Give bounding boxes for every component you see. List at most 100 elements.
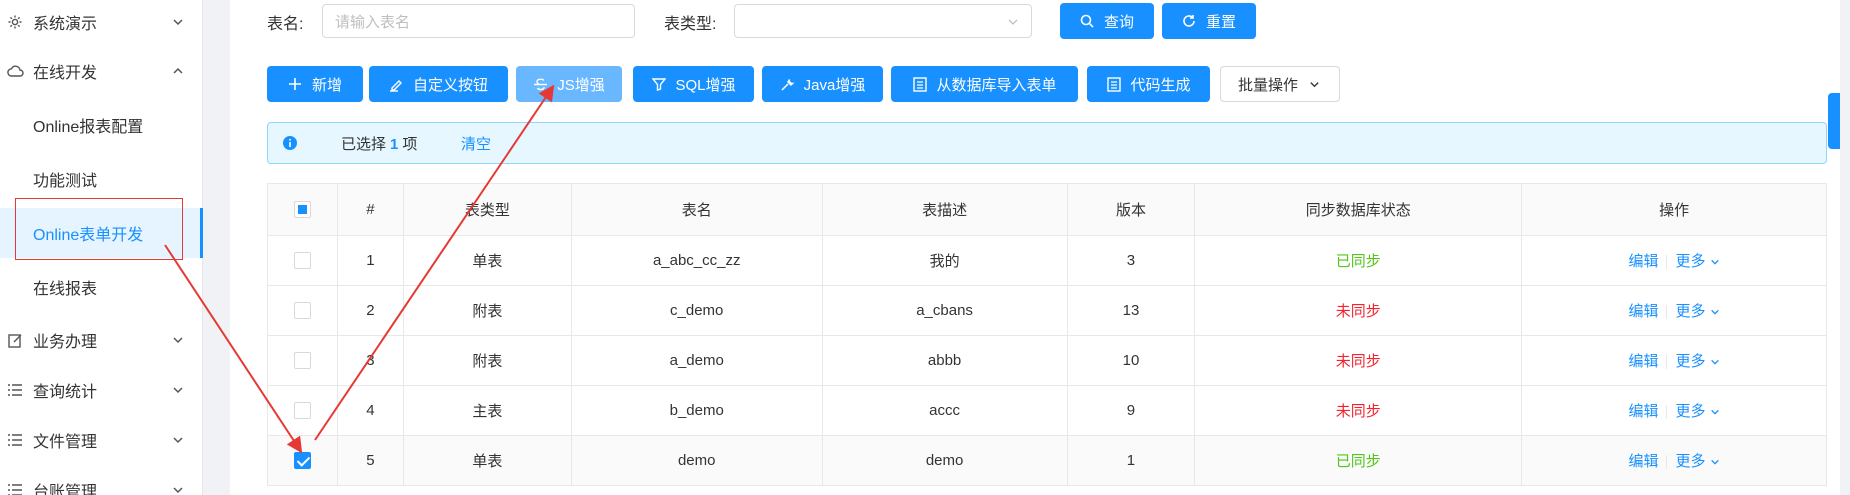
forms-table: # 表类型 表名 表描述 版本 同步数据库状态 操作 1 单表 a_abc_cc_z… <box>267 183 1827 486</box>
row-sync-status: 已同步 <box>1194 235 1523 286</box>
chevron-down-icon <box>173 487 183 494</box>
sidebar-item-file-management[interactable]: 文件管理 <box>0 418 203 462</box>
query-button[interactable]: 查询 <box>1060 3 1154 39</box>
custom-button-label: 自定义按钮 <box>412 76 488 94</box>
table-row[interactable]: 5 单表 demo demo 1 已同步 编辑 更多 <box>267 435 1827 486</box>
row-table-name: a_abc_cc_zz <box>570 235 823 286</box>
import-from-db-button[interactable]: 从数据库导入表单 <box>891 66 1078 102</box>
list-icon <box>6 431 24 449</box>
more-dropdown[interactable]: 更多 <box>1675 353 1719 370</box>
edit-link[interactable]: 编辑 <box>1628 253 1658 270</box>
column-header: 表描述 <box>821 183 1068 236</box>
row-checkbox[interactable] <box>293 352 311 370</box>
table-row[interactable]: 3 附表 a_demo abbb 10 未同步 编辑 更多 <box>267 335 1827 386</box>
row-table-type: 附表 <box>402 335 572 386</box>
table-type-select[interactable] <box>734 4 1032 38</box>
more-label: 更多 <box>1675 403 1706 420</box>
java-enhance-button[interactable]: Java增强 <box>762 66 883 102</box>
row-table-name: b_demo <box>570 385 823 436</box>
chevron-down-icon <box>1710 309 1719 315</box>
table-name-input[interactable]: 请输入表名 <box>322 4 635 38</box>
custom-button-button[interactable]: 自定义按钮 <box>369 66 508 102</box>
column-header: 同步数据库状态 <box>1194 183 1523 236</box>
row-checkbox[interactable] <box>293 402 311 420</box>
sidebar-subitem-function-test[interactable]: 功能测试 <box>0 154 203 204</box>
sidebar-item-business[interactable]: 业务办理 <box>0 318 203 362</box>
more-dropdown[interactable]: 更多 <box>1675 303 1719 320</box>
edit-link[interactable]: 编辑 <box>1628 403 1658 420</box>
chevron-down-icon <box>1307 77 1322 92</box>
sql-enhance-button[interactable]: SQL增强 <box>633 66 754 102</box>
chevron-down-icon <box>1710 459 1719 465</box>
form-icon <box>912 76 927 92</box>
plus-icon <box>288 77 303 92</box>
table-row[interactable]: 4 主表 b_demo accc 9 未同步 编辑 更多 <box>267 385 1827 436</box>
chevron-down-icon <box>1710 359 1719 365</box>
divider <box>1666 355 1668 370</box>
row-index: 1 <box>336 235 404 286</box>
divider <box>1666 305 1668 320</box>
sidebar-subitem-online-report[interactable]: 在线报表 <box>0 262 203 312</box>
side-drawer-handle[interactable] <box>1828 93 1840 149</box>
column-header: 表类型 <box>402 183 572 236</box>
reload-icon <box>1182 14 1197 29</box>
row-sync-status: 未同步 <box>1194 335 1523 386</box>
divider <box>1666 405 1668 420</box>
sidebar-subitem-label: 功能测试 <box>33 173 98 190</box>
row-table-type: 附表 <box>402 285 572 336</box>
reset-button[interactable]: 重置 <box>1162 3 1256 39</box>
query-button-label: 查询 <box>1103 13 1134 31</box>
row-checkbox[interactable] <box>293 302 311 320</box>
sidebar-item-online-dev[interactable]: 在线开发 <box>0 49 203 93</box>
edit-link[interactable]: 编辑 <box>1628 453 1658 470</box>
row-sync-status: 未同步 <box>1194 285 1523 336</box>
row-actions: 编辑 更多 <box>1521 385 1827 436</box>
more-dropdown[interactable]: 更多 <box>1675 253 1719 270</box>
app-root: 系统演示 在线开发 Online报表配置 功能测试 Online表单开发 在线报… <box>0 0 1850 495</box>
table-type-label: 表类型: <box>664 16 717 33</box>
row-version: 13 <box>1066 285 1196 336</box>
edit-link[interactable]: 编辑 <box>1628 353 1658 370</box>
code-gen-button[interactable]: 代码生成 <box>1087 66 1210 102</box>
chevron-down-icon <box>173 387 183 394</box>
add-button[interactable]: 新增 <box>267 66 363 102</box>
edit-link[interactable]: 编辑 <box>1628 303 1658 320</box>
more-dropdown[interactable]: 更多 <box>1675 453 1719 470</box>
sidebar-item-label: 文件管理 <box>33 434 98 451</box>
table-row[interactable]: 1 单表 a_abc_cc_zz 我的 3 已同步 编辑 更多 <box>267 235 1827 286</box>
import-from-db-label: 从数据库导入表单 <box>936 76 1057 94</box>
js-enhance-button[interactable]: JS增强 <box>516 66 622 102</box>
divider <box>1666 455 1668 470</box>
chevron-up-icon <box>173 67 183 74</box>
row-sync-status: 未同步 <box>1194 385 1523 436</box>
select-all-cell <box>267 183 338 236</box>
row-checkbox[interactable] <box>293 252 311 270</box>
selection-alert: 已选择 1 项 清空 <box>267 122 1827 164</box>
sidebar-subitem-online-report-config[interactable]: Online报表配置 <box>0 100 203 150</box>
batch-operations-dropdown[interactable]: 批量操作 <box>1220 66 1340 102</box>
row-table-desc: accc <box>821 385 1068 436</box>
chevron-down-icon <box>1008 19 1018 25</box>
table-header-row: # 表类型 表名 表描述 版本 同步数据库状态 操作 <box>267 183 1827 236</box>
select-all-checkbox[interactable] <box>293 201 311 219</box>
sidebar-item-label: 系统演示 <box>33 16 98 33</box>
more-dropdown[interactable]: 更多 <box>1675 403 1719 420</box>
row-checkbox[interactable] <box>293 452 311 470</box>
chevron-down-icon <box>1710 409 1719 415</box>
sidebar-subitem-label: Online报表配置 <box>33 119 144 136</box>
sql-enhance-label: SQL增强 <box>675 76 736 94</box>
sidebar: 系统演示 在线开发 Online报表配置 功能测试 Online表单开发 在线报… <box>0 0 203 495</box>
clear-selection-link[interactable]: 清空 <box>461 133 491 154</box>
row-select-cell <box>267 435 338 486</box>
divider <box>1666 255 1668 270</box>
sidebar-item-ledger-management[interactable]: 台账管理 <box>0 468 203 495</box>
row-index: 5 <box>336 435 404 486</box>
sidebar-item-query-stats[interactable]: 查询统计 <box>0 368 203 412</box>
table-row[interactable]: 2 附表 c_demo a_cbans 13 未同步 编辑 更多 <box>267 285 1827 336</box>
chevron-down-icon <box>173 19 183 26</box>
row-actions: 编辑 更多 <box>1521 335 1827 386</box>
highlight-icon <box>389 77 404 92</box>
form-icon <box>1106 76 1121 92</box>
selection-suffix: 项 <box>402 135 418 153</box>
sidebar-item-system-demo[interactable]: 系统演示 <box>0 0 203 44</box>
